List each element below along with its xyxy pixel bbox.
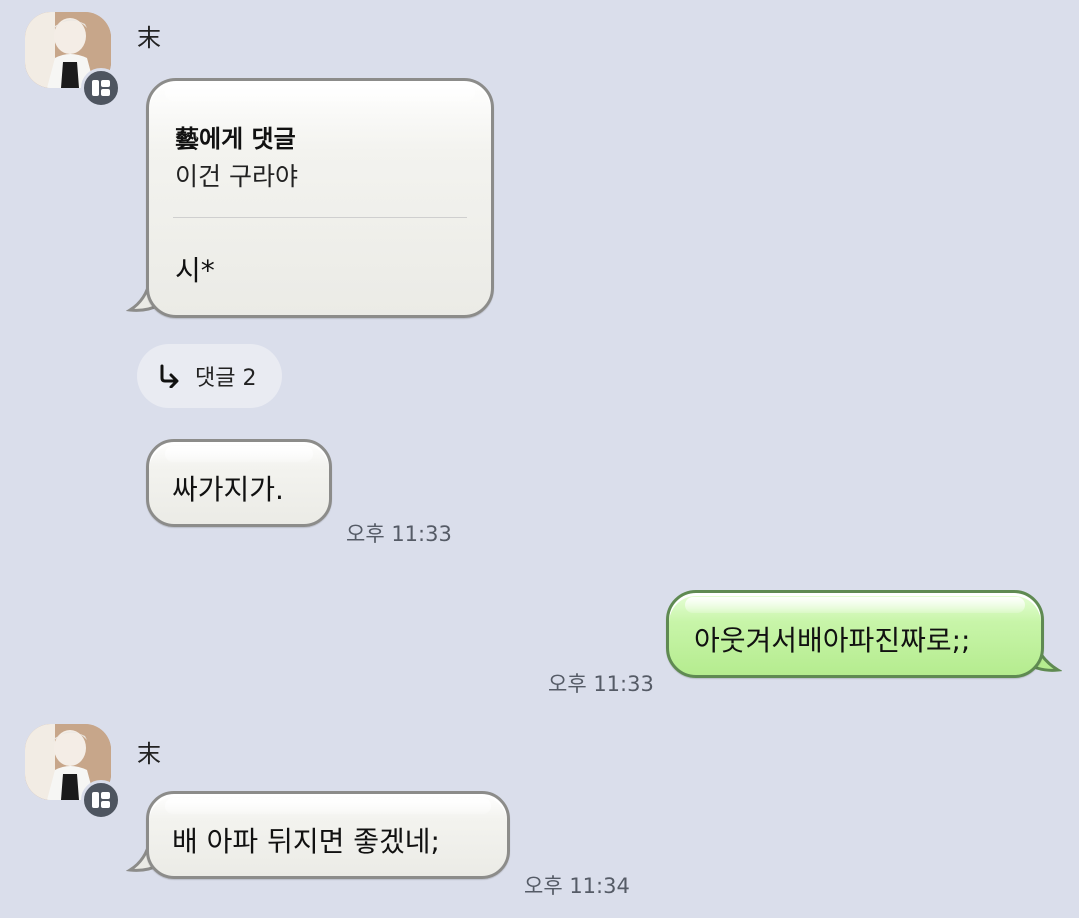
reply-arrow-icon: [160, 364, 179, 388]
app-badge-icon: [81, 780, 121, 820]
sender-name: 末: [137, 740, 161, 768]
sender-name: 末: [137, 24, 161, 52]
timestamp: 오후 11:33: [346, 522, 452, 546]
replies-count-label: 댓글 2: [195, 366, 257, 391]
divider: [173, 217, 467, 218]
timestamp: 오후 11:33: [548, 672, 654, 696]
message-text: 아웃겨서배아파진짜로;;: [694, 624, 971, 657]
app-badge-icon: [81, 68, 121, 108]
comment-quoted-text: 이건 구라야: [175, 162, 298, 191]
replies-button[interactable]: 댓글 2: [137, 344, 282, 408]
timestamp: 오후 11:34: [524, 874, 630, 898]
comment-body: 시*: [175, 254, 215, 287]
message-text: 싸가지가.: [172, 473, 284, 506]
comment-header: 藝에게 댓글: [175, 125, 296, 153]
comment-bubble[interactable]: 藝에게 댓글 이건 구라야 시*: [146, 78, 494, 318]
message-text: 배 아파 뒤지면 좋겠네;: [172, 825, 440, 858]
